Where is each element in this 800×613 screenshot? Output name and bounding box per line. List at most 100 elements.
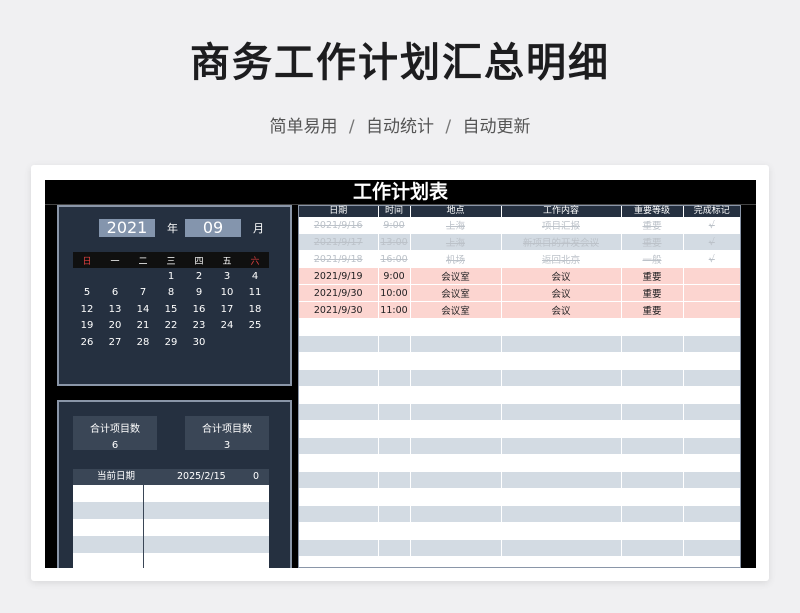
calendar-day[interactable]: 27	[101, 334, 129, 351]
table-row[interactable]: 2021/9/18 16:00 机场 返回北京 一般 √	[299, 250, 740, 268]
cell-time[interactable]: 13:00	[377, 233, 410, 251]
cell-date[interactable]: 2021/9/30	[299, 284, 378, 302]
table-row-empty[interactable]	[299, 471, 740, 489]
table-cell-empty[interactable]	[299, 335, 378, 353]
table-cell-empty[interactable]	[500, 522, 621, 540]
cell-time[interactable]: 9:00	[377, 267, 410, 285]
cell-location[interactable]: 会议室	[409, 267, 501, 285]
table-cell-empty[interactable]	[377, 505, 410, 523]
table-cell-empty[interactable]	[620, 318, 683, 336]
calendar-day[interactable]: 20	[101, 318, 129, 335]
table-cell-empty[interactable]	[299, 369, 378, 387]
table-cell-empty[interactable]	[500, 471, 621, 489]
list-item[interactable]	[73, 536, 269, 553]
calendar-day[interactable]: 15	[157, 301, 185, 318]
cell-date[interactable]: 2021/9/16	[299, 217, 378, 234]
table-cell-empty[interactable]	[682, 420, 740, 438]
list-item[interactable]	[73, 502, 269, 519]
cell-priority[interactable]: 重要	[620, 217, 683, 234]
table-cell-empty[interactable]	[409, 352, 501, 370]
calendar-day[interactable]: 23	[185, 318, 213, 335]
calendar-day[interactable]: 24	[213, 318, 241, 335]
calendar-day[interactable]: 4	[241, 268, 269, 285]
table-cell-empty[interactable]	[377, 471, 410, 489]
cell-priority[interactable]: 重要	[620, 267, 683, 285]
table-cell-empty[interactable]	[682, 437, 740, 455]
table-cell-empty[interactable]	[377, 454, 410, 472]
table-cell-empty[interactable]	[409, 539, 501, 557]
table-row-empty[interactable]	[299, 488, 740, 506]
table-cell-empty[interactable]	[409, 369, 501, 387]
cell-priority[interactable]: 一般	[620, 250, 683, 268]
table-cell-empty[interactable]	[409, 335, 501, 353]
table-cell-empty[interactable]	[500, 386, 621, 404]
table-row-empty[interactable]	[299, 403, 740, 421]
table-cell-empty[interactable]	[620, 335, 683, 353]
table-cell-empty[interactable]	[409, 437, 501, 455]
table-cell-empty[interactable]	[682, 386, 740, 404]
cell-time[interactable]: 10:00	[377, 284, 410, 302]
table-cell-empty[interactable]	[409, 420, 501, 438]
table-cell-empty[interactable]	[500, 505, 621, 523]
table-cell-empty[interactable]	[620, 471, 683, 489]
cell-time[interactable]: 9:00	[377, 217, 410, 234]
table-cell-empty[interactable]	[409, 454, 501, 472]
table-cell-empty[interactable]	[377, 318, 410, 336]
table-row[interactable]: 2021/9/30 10:00 会议室 会议 重要	[299, 284, 740, 302]
cell-date[interactable]: 2021/9/18	[299, 250, 378, 268]
table-cell-empty[interactable]	[682, 403, 740, 421]
table-cell-empty[interactable]	[377, 539, 410, 557]
table-cell-empty[interactable]	[299, 522, 378, 540]
table-cell-empty[interactable]	[500, 437, 621, 455]
cell-content[interactable]: 新项目的开发会议	[500, 233, 621, 251]
cell-done[interactable]: √	[682, 217, 740, 234]
year-selector[interactable]: 2021	[99, 219, 155, 237]
table-cell-empty[interactable]	[500, 488, 621, 506]
table-cell-empty[interactable]	[682, 454, 740, 472]
table-cell-empty[interactable]	[377, 403, 410, 421]
calendar-day[interactable]: 10	[213, 285, 241, 302]
calendar-day[interactable]: 14	[129, 301, 157, 318]
table-row-empty[interactable]	[299, 369, 740, 387]
column-header-date[interactable]: 日期	[299, 206, 378, 217]
table-row-empty[interactable]	[299, 318, 740, 336]
calendar-day[interactable]: 6	[101, 285, 129, 302]
table-row-empty[interactable]	[299, 437, 740, 455]
table-row-empty[interactable]	[299, 505, 740, 523]
table-row-empty[interactable]	[299, 420, 740, 438]
cell-time[interactable]: 16:00	[377, 250, 410, 268]
table-cell-empty[interactable]	[500, 318, 621, 336]
table-cell-empty[interactable]	[377, 386, 410, 404]
table-cell-empty[interactable]	[620, 522, 683, 540]
cell-done[interactable]	[682, 301, 740, 319]
table-cell-empty[interactable]	[377, 437, 410, 455]
table-cell-empty[interactable]	[299, 403, 378, 421]
table-cell-empty[interactable]	[620, 488, 683, 506]
table-cell-empty[interactable]	[620, 403, 683, 421]
table-cell-empty[interactable]	[500, 454, 621, 472]
calendar-day[interactable]: 19	[73, 318, 101, 335]
table-cell-empty[interactable]	[682, 539, 740, 557]
table-cell-empty[interactable]	[682, 522, 740, 540]
calendar-day[interactable]: 17	[213, 301, 241, 318]
table-cell-empty[interactable]	[299, 420, 378, 438]
cell-priority[interactable]: 重要	[620, 301, 683, 319]
table-cell-empty[interactable]	[620, 369, 683, 387]
calendar-day[interactable]: 1	[157, 268, 185, 285]
calendar-day[interactable]: 29	[157, 334, 185, 351]
table-cell-empty[interactable]	[299, 318, 378, 336]
list-item[interactable]	[73, 485, 269, 502]
calendar-day[interactable]: 11	[241, 285, 269, 302]
cell-done[interactable]: √	[682, 250, 740, 268]
cell-done[interactable]: √	[682, 233, 740, 251]
calendar-day[interactable]: 22	[157, 318, 185, 335]
table-row-empty[interactable]	[299, 522, 740, 540]
cell-content[interactable]: 会议	[500, 267, 621, 285]
table-cell-empty[interactable]	[620, 352, 683, 370]
table-cell-empty[interactable]	[500, 352, 621, 370]
table-row-empty[interactable]	[299, 454, 740, 472]
table-cell-empty[interactable]	[299, 352, 378, 370]
table-cell-empty[interactable]	[409, 318, 501, 336]
table-cell-empty[interactable]	[377, 522, 410, 540]
cell-content[interactable]: 返回北京	[500, 250, 621, 268]
